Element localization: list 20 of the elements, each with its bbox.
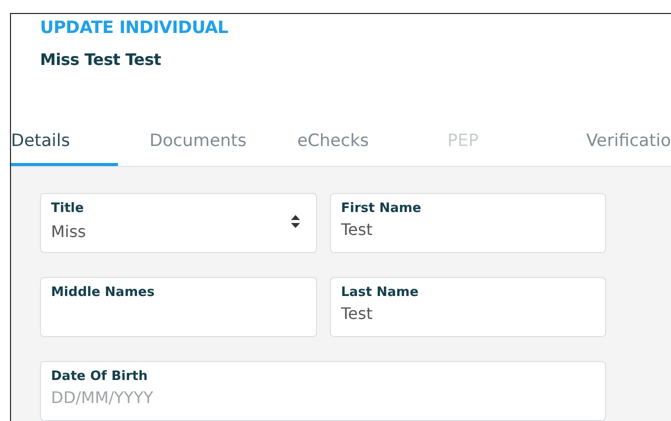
input-field[interactable]: Date Of Birth DD/MM/YYYY: [40, 361, 606, 421]
tab[interactable]: Verificatio: [538, 118, 671, 166]
sort-caret-icon: [291, 215, 300, 228]
input-field[interactable]: Middle Names: [40, 277, 317, 337]
individual-name: Miss Test Test: [40, 50, 162, 69]
field-label: Middle Names: [51, 285, 156, 300]
field-label: Title: [51, 201, 85, 216]
tab[interactable]: eChecks: [278, 118, 388, 166]
field-label: First Name: [341, 201, 422, 216]
field-label: Date Of Birth: [51, 369, 149, 384]
field-label: Last Name: [341, 285, 420, 300]
input-field[interactable]: Last Name Test: [330, 277, 606, 337]
page-heading: UPDATE INDIVIDUAL: [40, 18, 230, 38]
field-value: Test: [341, 304, 374, 323]
tab[interactable]: Documents: [118, 118, 278, 166]
field-value: Test: [341, 220, 374, 239]
field-value: Miss: [51, 222, 87, 241]
select-field[interactable]: Title Miss: [40, 193, 317, 253]
input-field[interactable]: First Name Test: [330, 193, 606, 253]
field-placeholder: DD/MM/YYYY: [51, 388, 154, 407]
